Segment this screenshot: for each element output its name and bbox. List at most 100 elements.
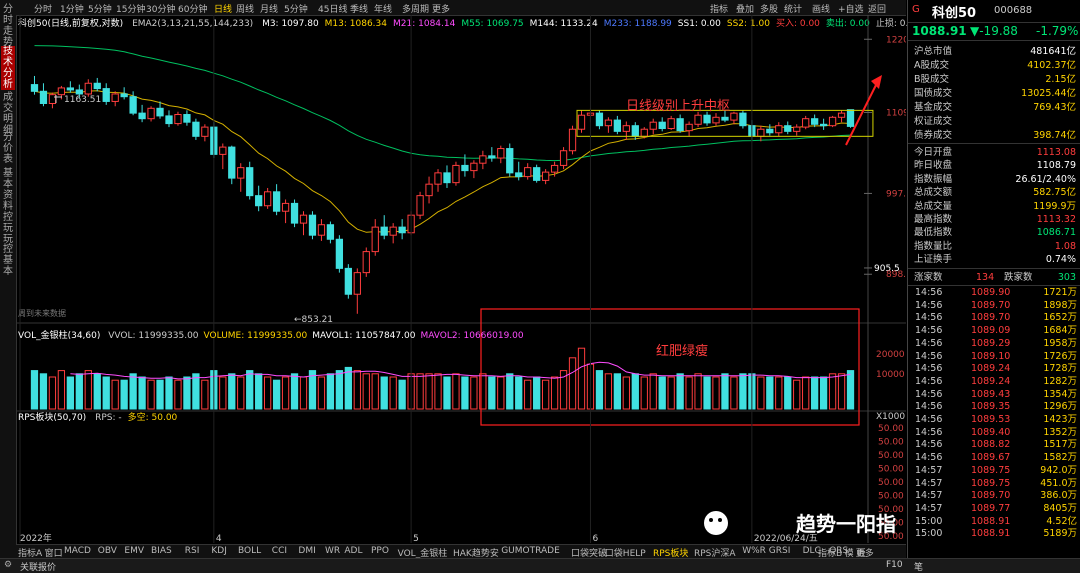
candle[interactable] [237, 167, 245, 179]
candle[interactable] [667, 118, 675, 130]
period-10[interactable]: 45日线 [318, 2, 347, 15]
candle[interactable] [344, 267, 352, 295]
candle[interactable] [559, 150, 568, 166]
candle[interactable] [389, 226, 397, 236]
period-4[interactable]: 30分钟 [146, 2, 175, 15]
candle[interactable] [640, 128, 648, 137]
candle[interactable] [506, 148, 514, 174]
left-tab-4[interactable]: 基本资料 [1, 168, 15, 212]
candle[interactable] [228, 146, 236, 179]
toolbar-btn-6[interactable]: 返回 [868, 2, 886, 15]
indicator-tab-4[interactable]: EMV [124, 546, 144, 556]
f10-label[interactable]: F10 [886, 560, 903, 570]
candle[interactable] [263, 191, 272, 207]
candle[interactable] [66, 87, 74, 91]
candle[interactable] [694, 114, 702, 125]
candle[interactable] [183, 114, 191, 123]
candle[interactable] [524, 167, 532, 178]
candle[interactable] [676, 118, 684, 132]
candle[interactable] [757, 128, 765, 137]
candle[interactable] [802, 118, 810, 128]
candle[interactable] [613, 119, 622, 132]
indicator-tab-11[interactable]: WR [325, 546, 340, 556]
candle[interactable] [811, 118, 819, 125]
candle[interactable] [380, 226, 388, 236]
toolbar-btn-5[interactable]: +自选 [838, 2, 864, 15]
candle[interactable] [138, 112, 146, 120]
candle[interactable] [326, 224, 335, 240]
candle[interactable] [434, 172, 442, 185]
candle[interactable] [793, 126, 801, 132]
candle[interactable] [353, 272, 361, 295]
candle[interactable] [281, 202, 290, 212]
candle[interactable] [165, 115, 173, 125]
candle[interactable] [57, 87, 66, 96]
period-12[interactable]: 年线 [374, 2, 392, 15]
candle[interactable] [721, 116, 729, 121]
candle[interactable] [425, 183, 433, 197]
left-tab-0[interactable]: 分时走势 [1, 4, 15, 48]
candle[interactable] [255, 195, 263, 207]
candle[interactable] [775, 125, 783, 134]
left-tab-6[interactable]: 控基本 [1, 244, 15, 277]
indicator-tab-21[interactable]: W%R [742, 546, 766, 556]
candle[interactable] [48, 94, 57, 104]
indicator-tab-16[interactable]: GUMOTRADE [501, 546, 560, 556]
indicator-tab-9[interactable]: CCI [272, 546, 287, 556]
candle[interactable] [846, 109, 855, 127]
candle[interactable] [470, 162, 478, 172]
candle[interactable] [219, 146, 227, 155]
candle[interactable] [120, 93, 128, 98]
left-tab-2[interactable]: 成交明细 [1, 92, 15, 136]
candle[interactable] [784, 125, 792, 132]
toolbar-btn-0[interactable]: 指标 [710, 2, 728, 15]
toolbar-btn-3[interactable]: 统计 [784, 2, 802, 15]
period-7[interactable]: 周线 [236, 2, 254, 15]
candle[interactable] [631, 125, 639, 137]
indicator-tab-8[interactable]: BOLL [238, 546, 261, 556]
candle[interactable] [712, 116, 720, 124]
candle[interactable] [819, 123, 828, 127]
indicator-tab-7[interactable]: KDJ [211, 546, 227, 556]
candle[interactable] [147, 107, 155, 120]
candle[interactable] [174, 114, 182, 125]
left-tab-5[interactable]: 控玩玩 [1, 212, 15, 245]
candle[interactable] [604, 119, 613, 127]
linked-quote-label[interactable]: 关联报价 [20, 560, 56, 573]
indicator-tab-5[interactable]: BIAS [151, 546, 172, 556]
left-tab-3[interactable]: 分价表 [1, 132, 15, 165]
indicator-tab-3[interactable]: OBV [98, 546, 117, 556]
candle[interactable] [595, 112, 604, 127]
status-mid-label[interactable]: 笔 [914, 560, 923, 573]
candle[interactable] [452, 164, 460, 184]
candle[interactable] [479, 155, 487, 164]
candle[interactable] [541, 171, 550, 181]
candle[interactable] [93, 82, 101, 90]
candle[interactable] [308, 214, 317, 236]
candle[interactable] [201, 126, 209, 137]
candle[interactable] [75, 89, 83, 95]
indicator-tab-10[interactable]: DMI [298, 546, 315, 556]
candle[interactable] [766, 128, 774, 134]
candle[interactable] [129, 96, 137, 114]
period-0[interactable]: 分时 [34, 2, 52, 15]
candle[interactable] [30, 84, 39, 92]
candle[interactable] [649, 121, 657, 130]
candle[interactable] [102, 88, 110, 102]
candle[interactable] [658, 121, 666, 130]
candle[interactable] [371, 226, 379, 253]
indicator-tab-2[interactable]: MACD [64, 546, 91, 556]
candle[interactable] [533, 167, 541, 181]
candle[interactable] [488, 155, 496, 159]
period-9[interactable]: 5分钟 [284, 2, 308, 15]
candle[interactable] [272, 191, 281, 212]
candle[interactable] [416, 195, 424, 216]
candle[interactable] [837, 112, 846, 118]
toolbar-btn-1[interactable]: 叠加 [736, 2, 754, 15]
candle[interactable] [515, 172, 523, 178]
candle[interactable] [299, 214, 308, 224]
chart-canvas[interactable]: 12201109997.9905.5898.1日线级别上升中枢1163.51←8… [16, 15, 906, 545]
period-13[interactable]: 多周期 [402, 2, 429, 15]
candle[interactable] [443, 172, 451, 184]
period-1[interactable]: 1分钟 [60, 2, 84, 15]
